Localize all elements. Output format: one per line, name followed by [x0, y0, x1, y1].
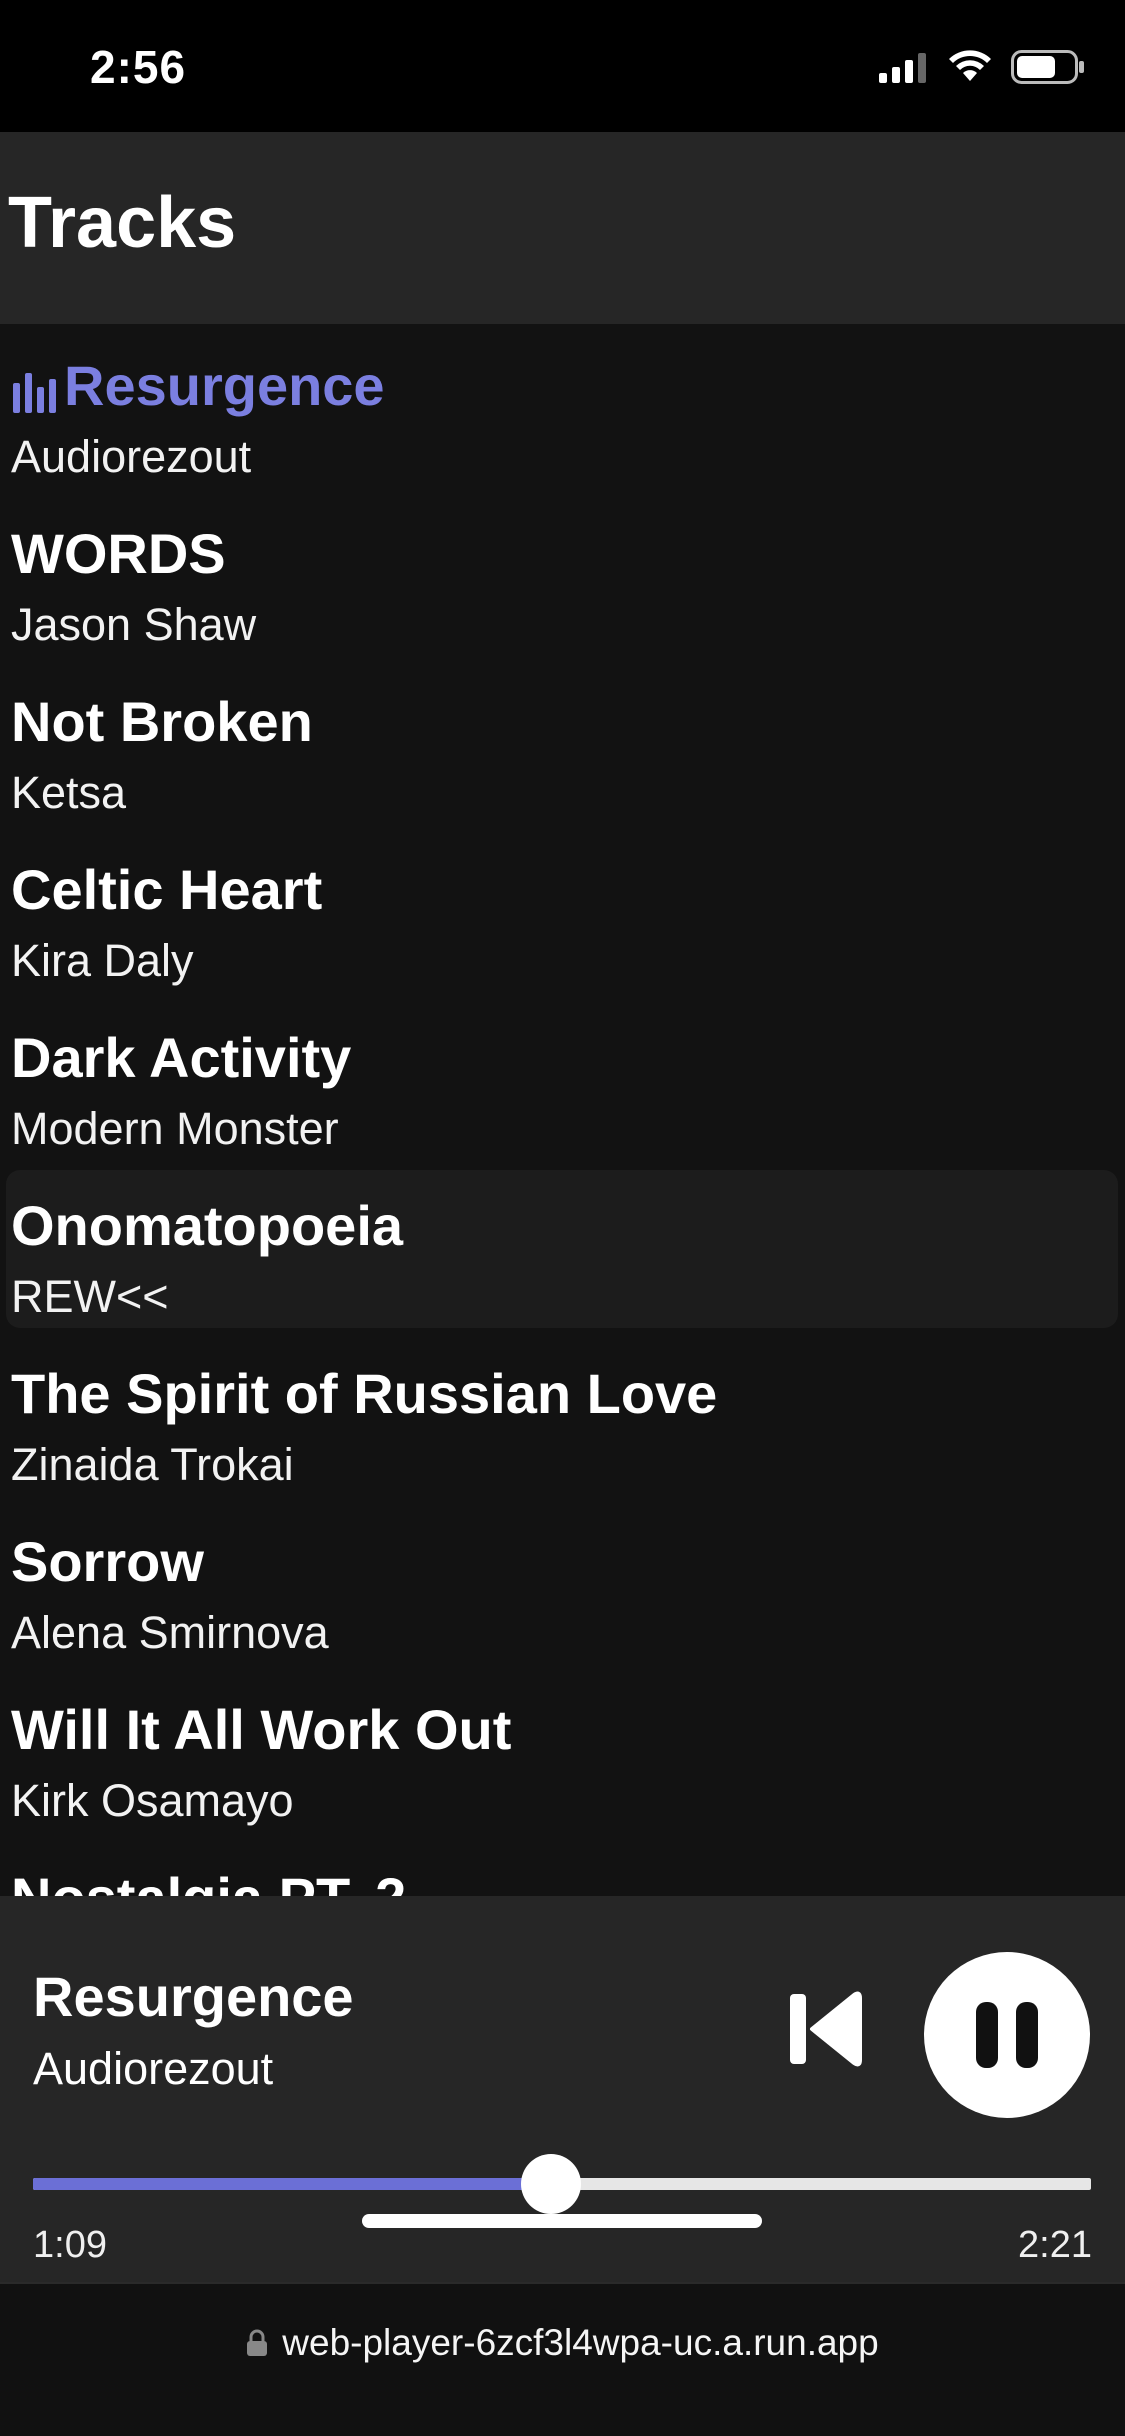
- track-artist: Kira Daly: [11, 935, 194, 986]
- progress-fill: [33, 2178, 552, 2190]
- track-artist: Modern Monster: [11, 1103, 339, 1154]
- track-title: Not Broken: [11, 690, 313, 753]
- now-playing-artist: Audiorezout: [33, 2043, 274, 2094]
- track-item[interactable]: WORDS Jason Shaw: [6, 506, 1118, 664]
- track-item[interactable]: Resurgence Audiorezout: [6, 338, 1118, 496]
- track-title: Will It All Work Out: [11, 1698, 512, 1761]
- page-title: Tracks: [8, 183, 237, 263]
- previous-track-button[interactable]: [782, 1964, 882, 2094]
- page-header: Tracks: [0, 132, 1125, 324]
- elapsed-time: 1:09: [33, 2224, 107, 2266]
- track-artist: Audiorezout: [11, 431, 252, 482]
- battery-icon: [1011, 50, 1084, 84]
- url-text: web-player-6zcf3l4wpa-uc.a.run.app: [282, 2322, 879, 2363]
- track-item[interactable]: Will It All Work Out Kirk Osamayo: [6, 1682, 1118, 1840]
- track-title: Resurgence: [64, 354, 385, 417]
- track-list[interactable]: Resurgence Audiorezout WORDS Jason Shaw …: [0, 324, 1125, 1896]
- now-playing-equalizer-icon: [13, 373, 56, 413]
- lock-icon: [247, 2329, 268, 2356]
- track-artist: Kirk Osamayo: [11, 1775, 294, 1826]
- track-artist: Jason Shaw: [11, 599, 257, 650]
- browser-url-bar[interactable]: web-player-6zcf3l4wpa-uc.a.run.app: [0, 2282, 1125, 2436]
- cellular-signal-icon: [879, 53, 926, 83]
- url-row: web-player-6zcf3l4wpa-uc.a.run.app: [0, 2322, 1125, 2364]
- track-title: WORDS: [11, 522, 226, 585]
- wifi-icon: [949, 50, 991, 81]
- track-item[interactable]: Onomatopoeia REW<<: [6, 1170, 1118, 1328]
- home-indicator[interactable]: [362, 2214, 762, 2228]
- track-artist: Ketsa: [11, 767, 127, 818]
- track-title: Sorrow: [11, 1530, 204, 1593]
- track-item[interactable]: Sorrow Alena Smirnova: [6, 1514, 1118, 1672]
- total-time: 2:21: [1018, 2224, 1092, 2266]
- track-item[interactable]: Celtic Heart Kira Daly: [6, 842, 1118, 1000]
- track-item[interactable]: Nostalgia PT. 2: [6, 1850, 1118, 1896]
- track-title: Dark Activity: [11, 1026, 352, 1089]
- track-item[interactable]: Dark Activity Modern Monster: [6, 1010, 1118, 1168]
- track-item[interactable]: Not Broken Ketsa: [6, 674, 1118, 832]
- track-title: The Spirit of Russian Love: [11, 1362, 718, 1425]
- pause-button[interactable]: [924, 1952, 1090, 2118]
- status-bar: 2:56: [0, 0, 1125, 132]
- track-item[interactable]: The Spirit of Russian Love Zinaida Troka…: [6, 1346, 1118, 1504]
- track-title: Nostalgia PT. 2: [11, 1867, 406, 1896]
- now-playing-title: Resurgence: [33, 1965, 354, 2028]
- status-time: 2:56: [90, 41, 187, 93]
- status-icons: [879, 50, 1085, 84]
- track-title: Onomatopoeia: [11, 1194, 404, 1257]
- progress-thumb[interactable]: [521, 2154, 582, 2214]
- skip-previous-icon: [790, 1991, 862, 2067]
- pause-icon: [976, 2002, 1038, 2068]
- track-artist: Zinaida Trokai: [11, 1439, 294, 1490]
- progress-slider[interactable]: [33, 2154, 1091, 2214]
- track-artist: REW<<: [11, 1271, 169, 1322]
- track-title: Celtic Heart: [11, 858, 323, 921]
- track-artist: Alena Smirnova: [11, 1607, 329, 1658]
